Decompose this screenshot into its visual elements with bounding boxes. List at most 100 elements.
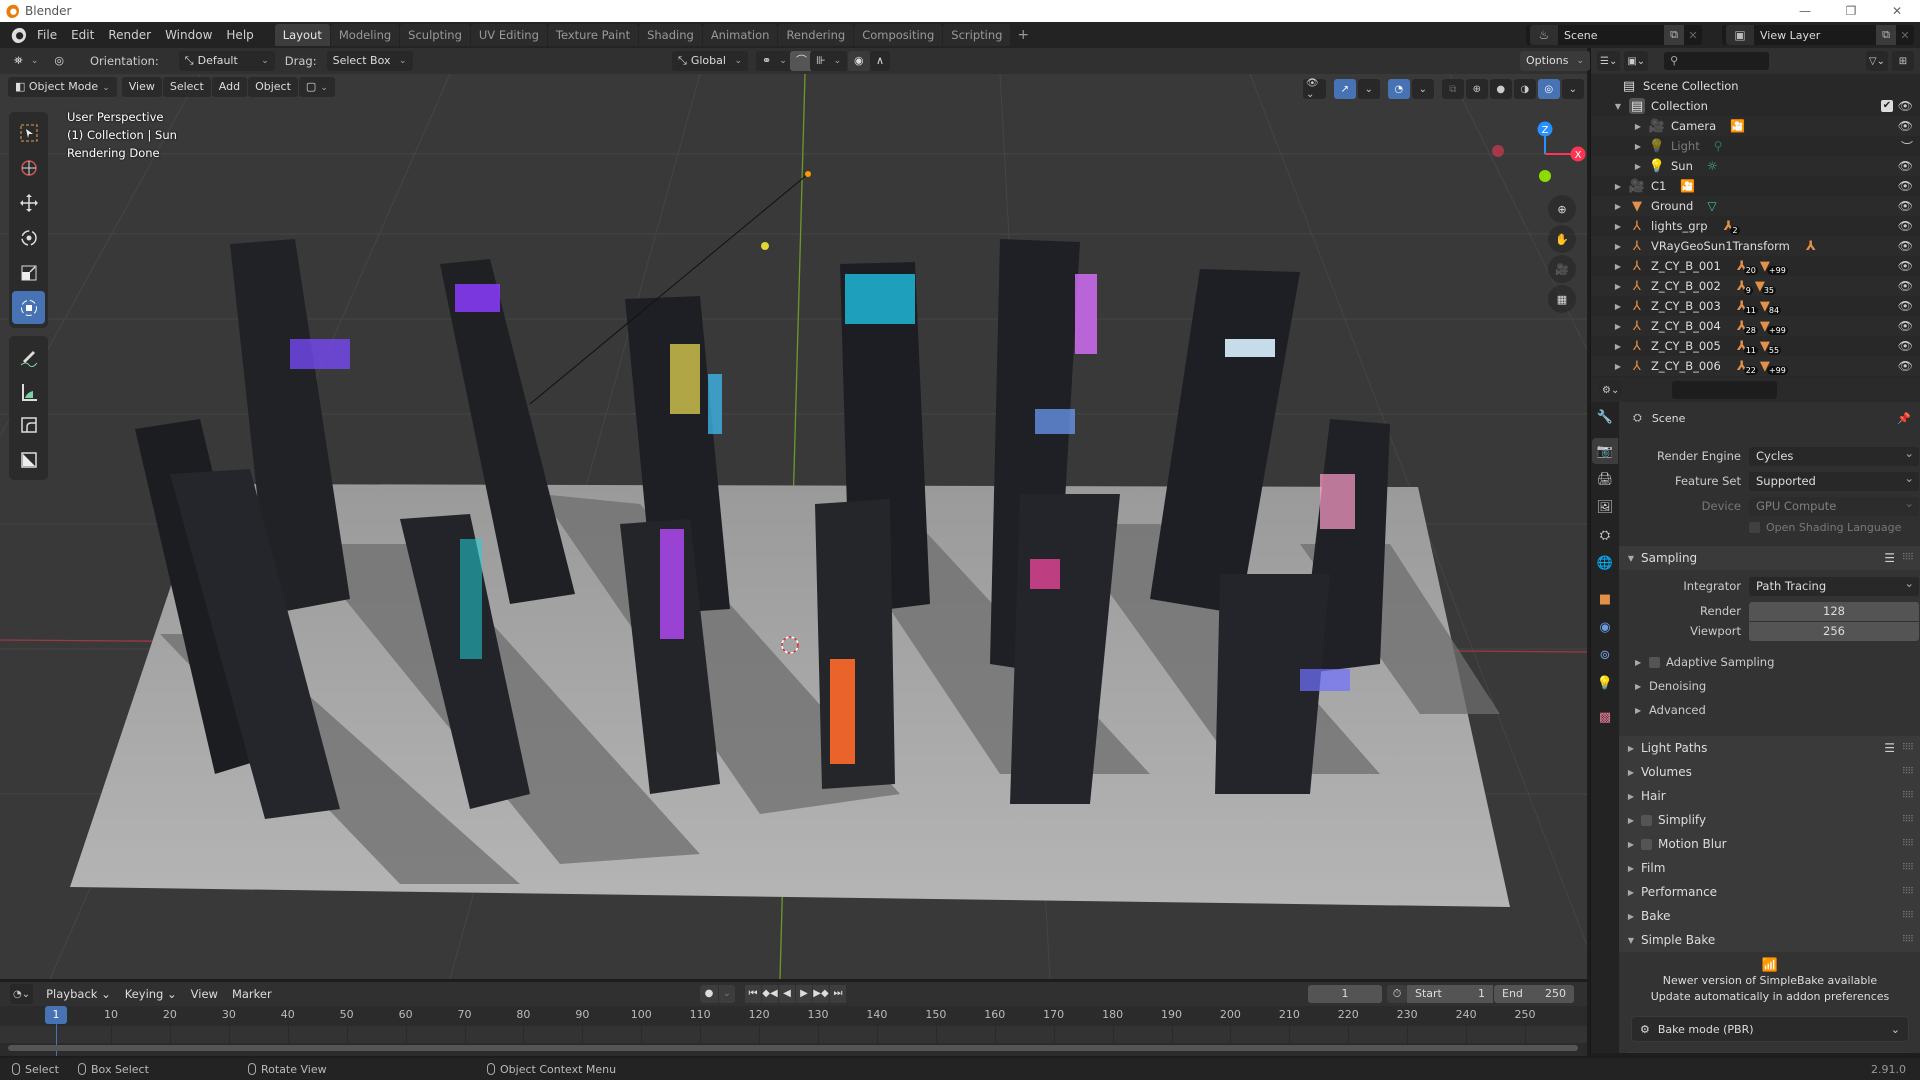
transform-tool[interactable] [12, 291, 45, 324]
expand-toggle-icon[interactable]: ▶ [1613, 182, 1623, 191]
new-scene-icon[interactable]: ⧉ [1664, 25, 1684, 45]
menu-object[interactable]: Object [248, 77, 298, 97]
object-mode-dropdown[interactable]: ◧ Object Mode ⌄ [8, 77, 117, 97]
hair-panel[interactable]: ▶ Hair ⠿⠿ [1619, 784, 1920, 808]
filter-dropdown[interactable]: ▽⌄ [1865, 51, 1888, 71]
tab-texture-icon[interactable]: ▩ [1592, 704, 1618, 730]
menu-file[interactable]: File [30, 22, 64, 48]
view-layer-name[interactable]: View Layer [1754, 29, 1876, 42]
expand-toggle-icon[interactable]: ▶ [1613, 322, 1623, 331]
osl-checkbox[interactable] [1749, 521, 1760, 533]
expand-toggle-icon[interactable]: ▶ [1613, 262, 1623, 271]
preview-range-icon[interactable]: ⏱ [1387, 985, 1407, 1003]
delete-view-layer-icon[interactable]: ✕ [1896, 29, 1914, 42]
simplify-checkbox[interactable] [1641, 814, 1652, 826]
show-overlays-icon[interactable]: ◔ [1387, 79, 1410, 99]
scene-name[interactable]: Scene [1558, 29, 1664, 42]
menu-add[interactable]: Add [211, 77, 248, 97]
camera-view-icon[interactable]: 🎥 [1548, 255, 1576, 283]
outliner-search-input[interactable]: ⚲ [1664, 52, 1770, 70]
tab-world-icon[interactable]: 🌐 [1592, 550, 1618, 576]
timeline-view-menu[interactable]: View [184, 987, 225, 1001]
outliner-row[interactable]: ▶ ⅄ Z_CY_B_004 ⅄ 28 ▼ +99 👁 [1591, 316, 1920, 336]
eye-icon[interactable]: 👁 [1898, 319, 1913, 333]
outliner-row-label[interactable]: Light [1671, 139, 1700, 153]
adaptive-sampling-subpanel[interactable]: ▶ Adaptive Sampling [1635, 652, 1774, 672]
performance-panel[interactable]: ▶ Performance ⠿⠿ [1619, 880, 1920, 904]
proportional-falloff-icon[interactable]: ∧ [870, 51, 891, 71]
volumes-panel[interactable]: ▶ Volumes ⠿⠿ [1619, 760, 1920, 784]
play-reverse-icon[interactable]: ◀ [779, 985, 795, 1003]
extrude-tool[interactable] [12, 443, 45, 476]
active-tool-icon[interactable]: ◎ [48, 51, 70, 71]
camera-data-icon[interactable]: 🎦 [1680, 179, 1695, 193]
solid-shading-icon[interactable]: ● [1489, 79, 1512, 99]
transform-affect-dropdown[interactable]: ▢ ⌄ [298, 77, 335, 97]
tab-output-icon[interactable]: 🖨 [1592, 466, 1618, 492]
pan-view-icon[interactable]: ✋ [1548, 225, 1576, 253]
move-tool[interactable] [12, 186, 45, 219]
show-gizmo-icon[interactable]: ↗ [1333, 79, 1356, 99]
blender-menu-icon[interactable] [10, 27, 26, 43]
gizmo-dropdown[interactable]: ⌄ [1357, 79, 1380, 99]
expand-toggle-icon[interactable]: ▶ [1633, 122, 1643, 131]
shading-options-dropdown[interactable]: ⌄ [1561, 79, 1584, 99]
eye-icon[interactable]: 👁 [1898, 239, 1913, 253]
tab-compositing[interactable]: Compositing [854, 24, 943, 46]
cursor-tool[interactable] [12, 151, 45, 184]
expand-toggle-icon[interactable]: ▶ [1613, 202, 1623, 211]
tab-tool-icon[interactable]: 🔧 [1592, 404, 1618, 430]
xray-toggle-icon[interactable]: ⧉ [1441, 79, 1464, 99]
timeline-editor-type-icon[interactable]: ◔⌄ [10, 984, 34, 1004]
film-panel[interactable]: ▶ Film ⠿⠿ [1619, 856, 1920, 880]
jump-end-icon[interactable]: ⏭ [830, 985, 846, 1003]
light-paths-presets-icon[interactable]: ☰ [1884, 741, 1895, 755]
outliner-row-label[interactable]: Z_CY_B_005 [1651, 339, 1721, 353]
expand-toggle-icon[interactable]: ▶ [1613, 342, 1623, 351]
next-keyframe-icon[interactable]: ▶◆ [813, 985, 829, 1003]
tab-animation[interactable]: Animation [702, 24, 778, 46]
eye-icon[interactable]: 👁 [1898, 179, 1913, 193]
restore-button[interactable]: ❐ [1828, 0, 1874, 22]
feature-set-dropdown[interactable]: Supported [1749, 469, 1919, 491]
annotate-tool[interactable] [12, 340, 45, 373]
menu-window[interactable]: Window [158, 22, 219, 48]
denoising-subpanel[interactable]: ▶ Denoising [1635, 676, 1706, 696]
tab-physics-icon[interactable]: ◉ [1592, 614, 1618, 640]
properties-search-input[interactable] [1672, 381, 1778, 399]
viewport-samples-field[interactable]: 256 [1749, 621, 1919, 641]
child-empties-icon[interactable]: ⅄ [1806, 239, 1816, 254]
close-button[interactable]: ✕ [1874, 0, 1920, 22]
sampling-panel-header[interactable]: ▼ Sampling ☰ ⠿⠿ [1619, 546, 1920, 570]
playhead-frame-indicator[interactable]: 1 [45, 1006, 67, 1024]
outliner-row[interactable]: ▶ ⅄ Z_CY_B_006 ⅄ 22 ▼ +99 👁 [1591, 356, 1920, 376]
tab-uv-editing[interactable]: UV Editing [470, 24, 547, 46]
keying-menu[interactable]: Keying ⌄ [118, 987, 184, 1001]
prev-keyframe-icon[interactable]: ◆◀ [762, 985, 778, 1003]
outliner-row-label[interactable]: Camera [1671, 119, 1716, 133]
add-cube-tool[interactable] [12, 408, 45, 441]
tab-light-data-icon[interactable]: 💡 [1592, 670, 1618, 696]
outliner-row[interactable]: ▶ ⅄ Z_CY_B_005 ⅄ 11 ▼ 55 👁 [1591, 336, 1920, 356]
eye-icon[interactable]: 👁 [1898, 219, 1913, 233]
outliner-row[interactable]: ▶ 💡 Sun ☼ 👁 [1591, 156, 1920, 176]
advanced-subpanel[interactable]: ▶ Advanced [1635, 700, 1706, 720]
exclude-checkbox[interactable]: ✔ [1881, 100, 1893, 112]
drag-handle-icon[interactable]: ⠿⠿ [1902, 553, 1914, 563]
outliner-row[interactable]: ▶ ⅄ Z_CY_B_001 ⅄ 20 ▼ +99 👁 [1591, 256, 1920, 276]
outliner-row[interactable]: ▶ ▼ Ground ▽ 👁 [1591, 196, 1920, 216]
render-engine-dropdown[interactable]: Cycles [1749, 444, 1919, 466]
outliner-row-label[interactable]: lights_grp [1651, 219, 1708, 233]
outliner-row-label[interactable]: Z_CY_B_006 [1651, 359, 1721, 373]
outliner-row[interactable]: ▶ ⅄ Z_CY_B_003 ⅄ 11 ▼ 84 👁 [1591, 296, 1920, 316]
tab-modeling[interactable]: Modeling [330, 24, 400, 46]
outliner-row-label[interactable]: Z_CY_B_004 [1651, 319, 1721, 333]
new-collection-icon[interactable]: ⊞ [1892, 51, 1914, 71]
presets-icon[interactable]: ☰ [1884, 551, 1895, 565]
expand-toggle-icon[interactable]: ▶ [1613, 242, 1623, 251]
eye-icon[interactable]: 👁 [1898, 99, 1913, 113]
outliner-row[interactable]: ▼ ▤ Collection ✔ 👁 [1591, 96, 1920, 116]
expand-toggle-icon[interactable]: ▶ [1613, 362, 1623, 371]
new-view-layer-icon[interactable]: ⧉ [1876, 25, 1896, 45]
end-frame-field[interactable]: End 250 [1494, 985, 1574, 1003]
